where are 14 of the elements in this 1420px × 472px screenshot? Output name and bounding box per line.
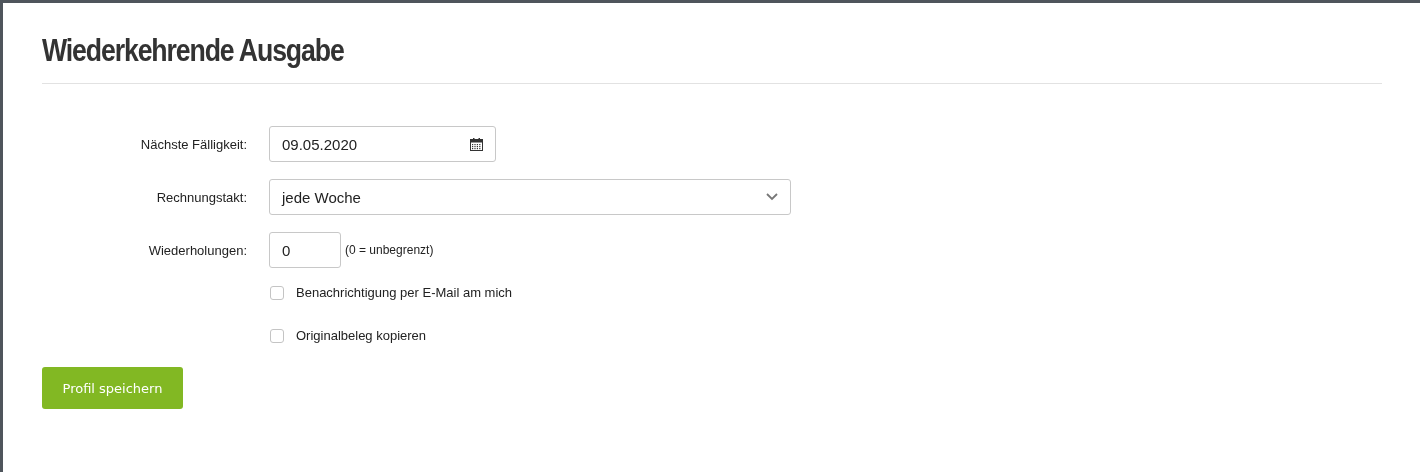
chevron-down-icon: [766, 193, 778, 201]
repetitions-field[interactable]: 0: [269, 232, 341, 268]
calendar-icon[interactable]: [470, 137, 483, 151]
checkbox-label: Originalbeleg kopieren: [296, 328, 427, 343]
field-label: Rechnungstakt:: [155, 189, 247, 205]
field-label: Wiederholungen:: [147, 242, 247, 258]
checkbox-label: Benachrichtigung per E-Mail am mich: [296, 285, 513, 300]
page-title: Wiederkehrende Ausgabe: [42, 32, 344, 70]
field-hint: (0 = unbegrenzt): [345, 243, 434, 257]
field-label: Nächste Fälligkeit:: [139, 136, 247, 152]
date-field[interactable]: 09.05.2020: [269, 126, 496, 162]
checkbox[interactable]: [270, 285, 284, 300]
frequency-dropdown[interactable]: jede Woche: [269, 179, 791, 215]
checkbox[interactable]: [270, 328, 284, 343]
